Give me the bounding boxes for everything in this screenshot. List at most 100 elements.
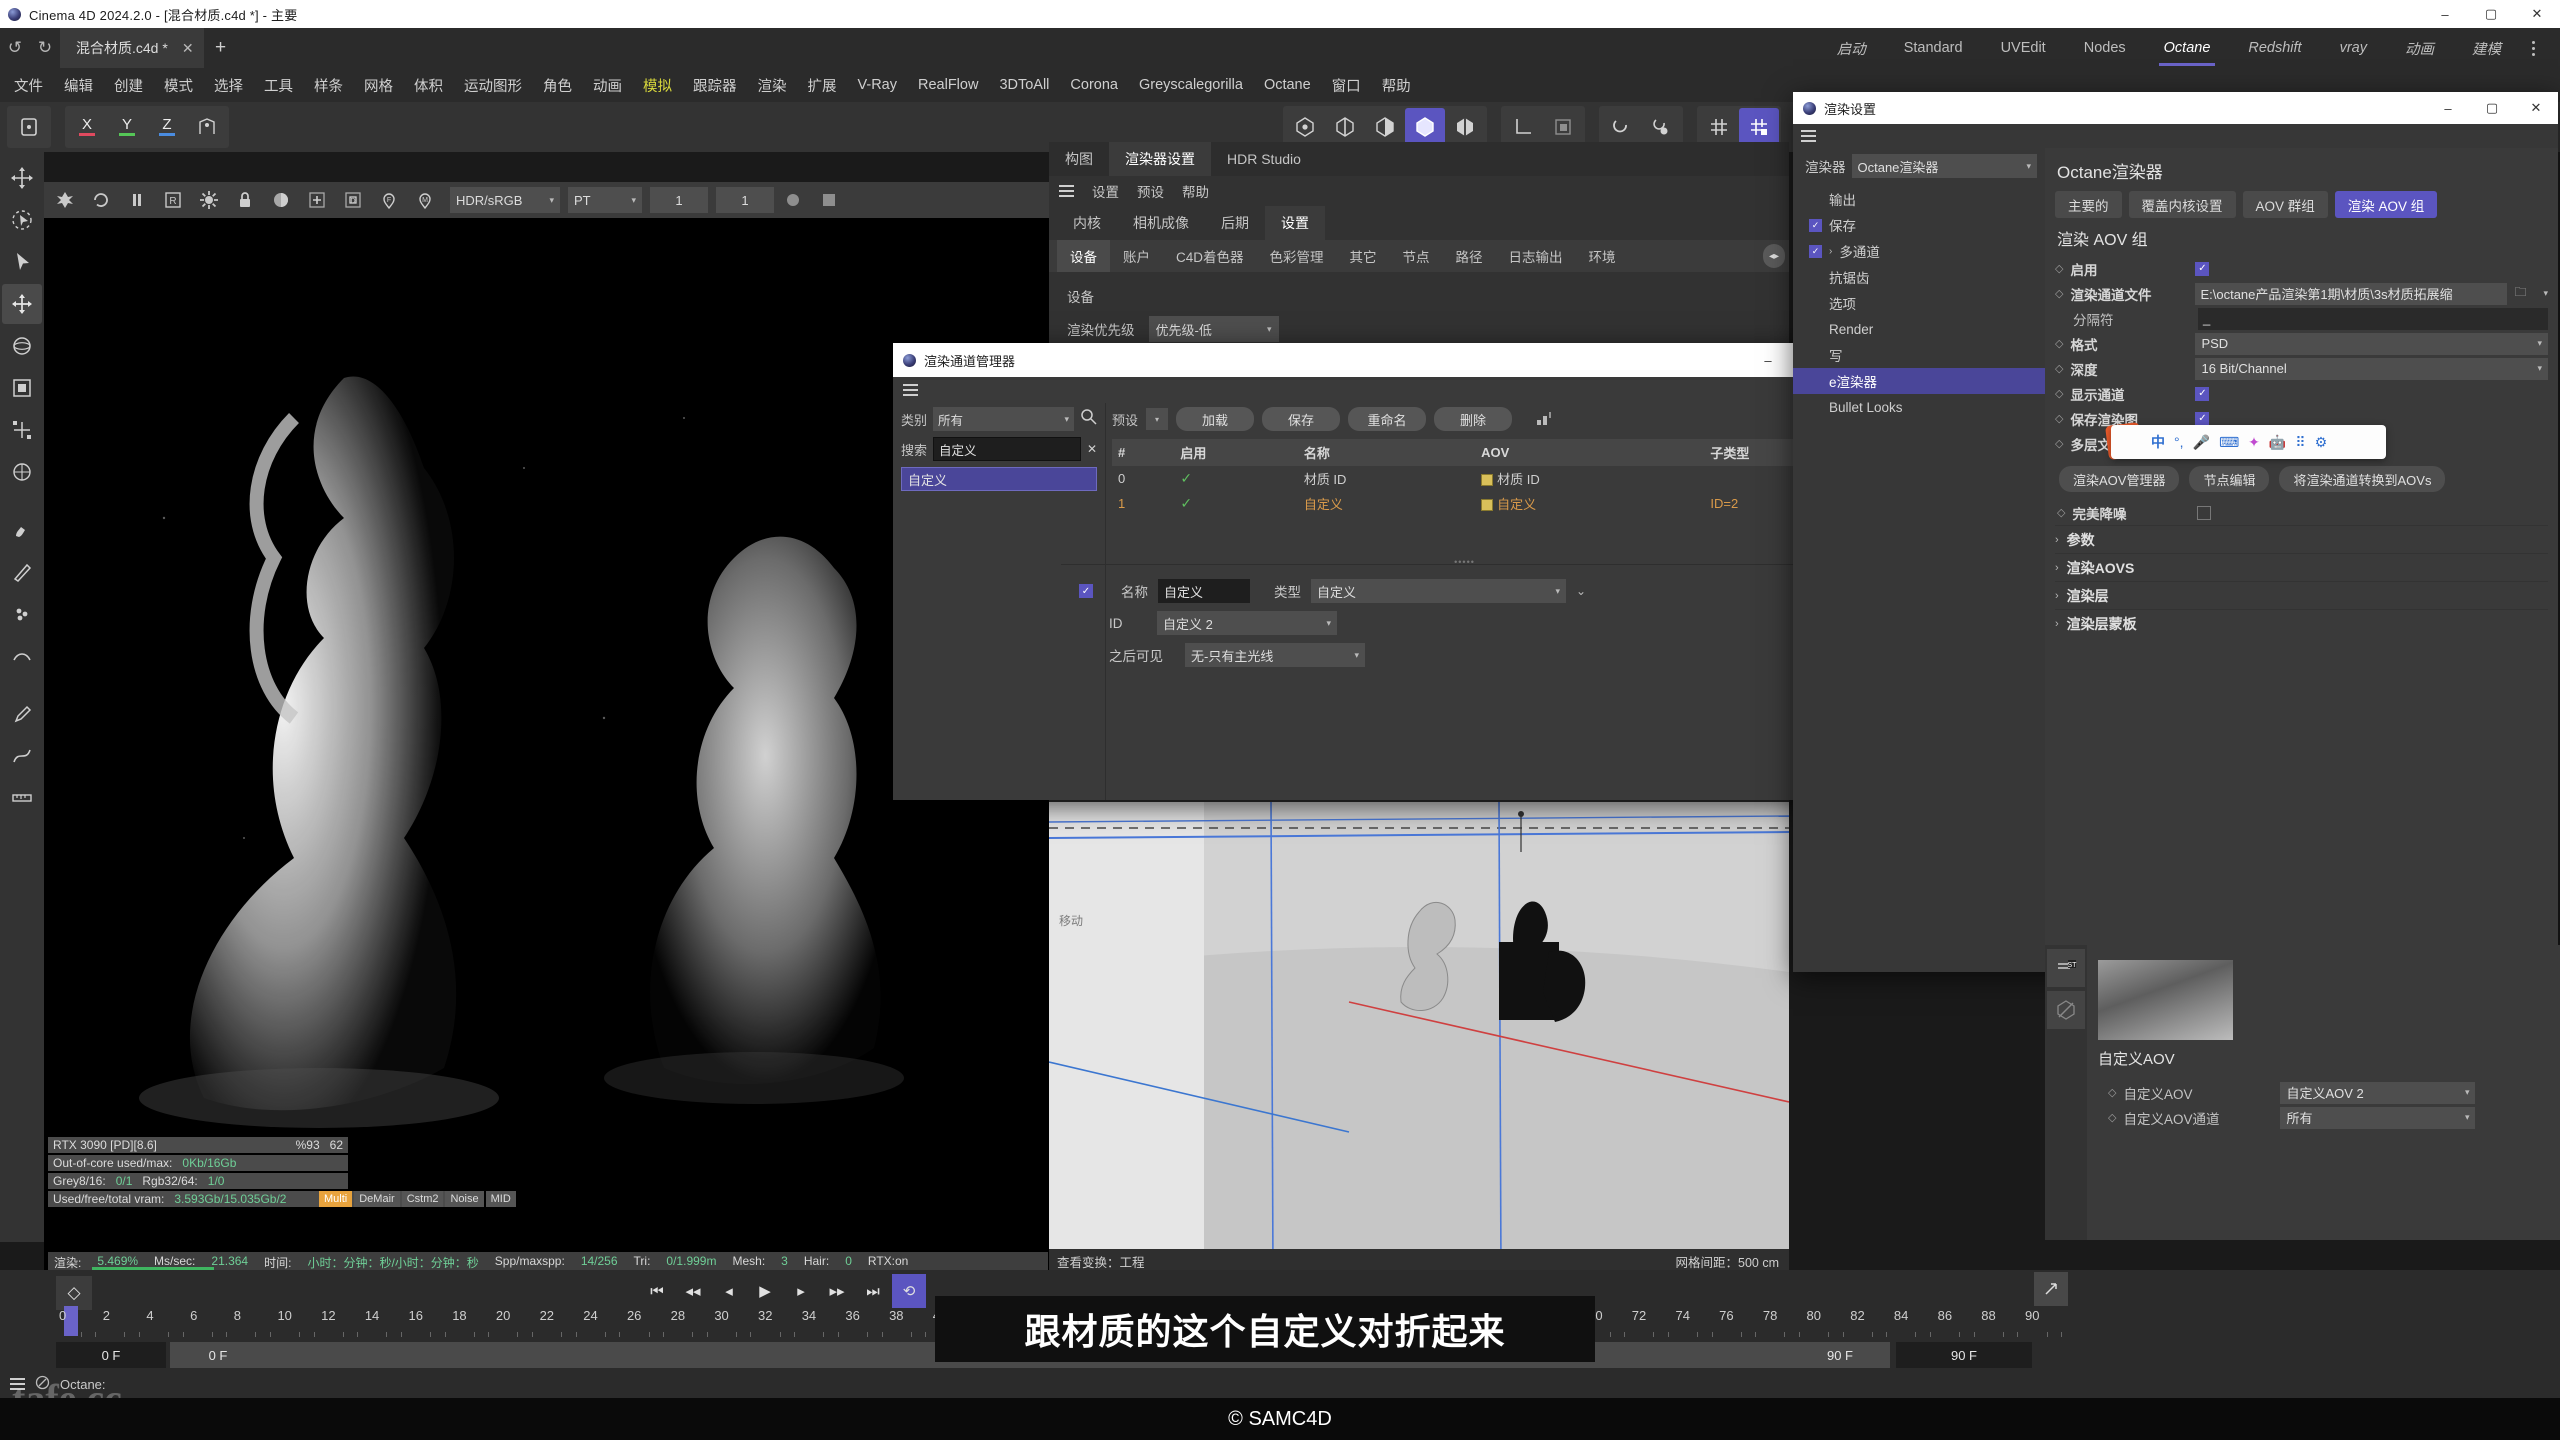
render-settings-window[interactable]: 渲染设置 – ▢ ✕ 渲染器 Octane渲染器 ▾ 输出 ✓ 保存 ✓ › 多通道 抗锯齿…	[1793, 92, 2558, 972]
transport-button-1[interactable]: ◂◂	[676, 1274, 710, 1308]
menu-item-动画[interactable]: 动画	[593, 75, 622, 96]
close-icon[interactable]: ✕	[182, 40, 194, 57]
menu-item-渲染[interactable]: 渲染	[758, 75, 787, 96]
world-axis-icon[interactable]	[187, 108, 227, 146]
end-frame-field[interactable]: 90 F	[1896, 1342, 2032, 1368]
search-input[interactable]: 自定义	[933, 437, 1081, 461]
property-input[interactable]: _	[2198, 307, 2548, 330]
polygon-mode-icon[interactable]	[1365, 108, 1405, 146]
paint-icon[interactable]	[2, 594, 42, 634]
action-button-渲染AOV管理器[interactable]: 渲染AOV管理器	[2059, 466, 2180, 492]
detail-name-input[interactable]: 自定义	[1158, 579, 1250, 603]
material-preview-icon[interactable]	[2047, 991, 2085, 1029]
tree-item-Render[interactable]: Render	[1793, 316, 2045, 342]
segment-渲染 AOV 组[interactable]: 渲染 AOV 组	[2334, 191, 2438, 218]
grid-lock-icon[interactable]	[1739, 108, 1779, 146]
dock-subsection-C4D着色器[interactable]: C4D着色器	[1163, 240, 1257, 272]
property-checkbox[interactable]: ✓	[2195, 411, 2210, 426]
dock-subsection-账户[interactable]: 账户	[1110, 240, 1163, 272]
tree-checkbox[interactable]	[1809, 401, 1822, 414]
property-path-input[interactable]: E:\octane产品渲染第1期\材质\3s材质拓展缩	[2195, 282, 2508, 305]
property-checkbox[interactable]: ✓	[2195, 261, 2210, 276]
window-controls[interactable]: – ▢ ✕	[2422, 0, 2560, 28]
tree-checkbox[interactable]: ✓	[1809, 218, 1822, 232]
window-minimize-button[interactable]: –	[2422, 0, 2468, 28]
menu-item-帮助[interactable]: 帮助	[1382, 75, 1411, 96]
section-渲染层[interactable]: › 渲染层	[2055, 581, 2548, 609]
ime-keyboard-icon[interactable]: ⌨	[2219, 434, 2239, 451]
layout-more-icon[interactable]	[2520, 28, 2546, 68]
octane-focus-icon[interactable]: F	[372, 184, 406, 216]
property-select[interactable]: 16 Bit/Channel ▾	[2195, 357, 2548, 380]
detail-type-select[interactable]: 自定义 ▾	[1311, 579, 1566, 603]
sort-icon[interactable]	[1536, 410, 1554, 429]
dock-subsection-路径[interactable]: 路径	[1443, 240, 1496, 272]
layout-tab-Octane[interactable]: Octane	[2145, 28, 2230, 68]
dock-tab-构图[interactable]: 构图	[1049, 142, 1109, 176]
octane-kernel-select[interactable]: PT ▾	[568, 187, 642, 213]
document-tab[interactable]: 混合材质.c4d * ✕	[60, 28, 204, 68]
transport-button-0[interactable]: ⏮	[640, 1274, 674, 1308]
timeline-options-icon[interactable]	[2034, 1272, 2068, 1306]
cell-enabled[interactable]: ✓	[1174, 466, 1297, 491]
tree-item-选项[interactable]: 选项	[1793, 290, 2045, 316]
transport-button-6[interactable]: ⏭	[856, 1274, 890, 1308]
grid-icon[interactable]	[1699, 108, 1739, 146]
ime-toolbar[interactable]: 中 °, 🎤 ⌨ ✦ 🤖 ⠿ ⚙	[2111, 425, 2386, 459]
world-coordinates-icon[interactable]	[2, 452, 42, 492]
octane-material-ball-icon[interactable]	[264, 184, 298, 216]
layout-tab-启动[interactable]: 启动	[1818, 28, 1885, 68]
tree-item-抗锯齿[interactable]: 抗锯齿	[1793, 264, 2045, 290]
live-selection-icon[interactable]	[2, 242, 42, 282]
layout-tab-UVEdit[interactable]: UVEdit	[1982, 28, 2065, 68]
menu-item-模式[interactable]: 模式	[164, 75, 193, 96]
layout-tab-建模[interactable]: 建模	[2453, 28, 2520, 68]
move-icon[interactable]	[2, 284, 42, 324]
menu-item-扩展[interactable]: 扩展	[808, 75, 837, 96]
tree-checkbox[interactable]	[1809, 271, 1822, 284]
ime-settings-icon[interactable]: ⚙	[2315, 434, 2328, 451]
cell-enabled[interactable]: ✓	[1174, 491, 1297, 516]
brush-icon[interactable]	[2, 510, 42, 550]
tree-item-Bullet Looks[interactable]: Bullet Looks	[1793, 394, 2045, 420]
menu-item-文件[interactable]: 文件	[14, 75, 43, 96]
tree-item-输出[interactable]: 输出	[1793, 186, 2045, 212]
menu-item-选择[interactable]: 选择	[214, 75, 243, 96]
perspective-viewport[interactable]: 移动	[1049, 802, 1789, 1272]
dock-subsection-设备[interactable]: 设备	[1057, 240, 1110, 272]
clear-search-icon[interactable]: ✕	[1087, 442, 1097, 456]
ime-sparkle-icon[interactable]: ✦	[2248, 434, 2260, 451]
point-mode-icon[interactable]	[1285, 108, 1325, 146]
menu-item-运动图形[interactable]: 运动图形	[464, 75, 522, 96]
menu-item-样条[interactable]: 样条	[314, 75, 343, 96]
texture-axis-icon[interactable]	[1543, 108, 1583, 146]
section-渲染层蒙板[interactable]: › 渲染层蒙板	[2055, 609, 2548, 637]
octane-num2-field[interactable]: 1	[716, 187, 774, 213]
content-browser-icon[interactable]	[9, 108, 49, 146]
layout-tab-Redshift[interactable]: Redshift	[2229, 28, 2320, 68]
ime-microphone-icon[interactable]: 🎤	[2193, 434, 2210, 451]
current-frame-field[interactable]: 0 F	[56, 1342, 166, 1368]
dock-section-内核[interactable]: 内核	[1057, 206, 1117, 240]
dock-subsection-其它[interactable]: 其它	[1337, 240, 1390, 272]
menu-item-网格[interactable]: 网格	[364, 75, 393, 96]
layout-tab-动画[interactable]: 动画	[2386, 28, 2453, 68]
transport-button-5[interactable]: ▸▸	[820, 1274, 854, 1308]
dock-subsection-环境[interactable]: 环境	[1576, 240, 1629, 272]
save-button[interactable]: 保存	[1262, 407, 1341, 431]
tree-checkbox[interactable]	[1809, 349, 1822, 362]
action-button-将渲染通道转换到AOVs[interactable]: 将渲染通道转换到AOVs	[2279, 466, 2446, 492]
menu-item-Greyscalegorilla[interactable]: Greyscalegorilla	[1139, 77, 1243, 93]
aov-preview-thumbnail[interactable]	[2098, 960, 2233, 1040]
octane-lock-icon[interactable]	[228, 184, 262, 216]
new-document-button[interactable]: +	[204, 37, 238, 59]
search-icon[interactable]	[1080, 408, 1097, 430]
octane-denoise-icon[interactable]: D	[336, 184, 370, 216]
ime-chinese-mode-icon[interactable]: 中	[2151, 432, 2165, 452]
sculpt-icon[interactable]	[2, 636, 42, 676]
detail-enable-checkbox[interactable]: ✓	[1079, 584, 1093, 598]
chip-cstm2[interactable]: Cstm2	[401, 1191, 444, 1207]
measure-icon[interactable]	[2, 778, 42, 818]
hamburger-icon[interactable]	[903, 384, 918, 396]
tree-item-保存[interactable]: ✓ 保存	[1793, 212, 2045, 238]
